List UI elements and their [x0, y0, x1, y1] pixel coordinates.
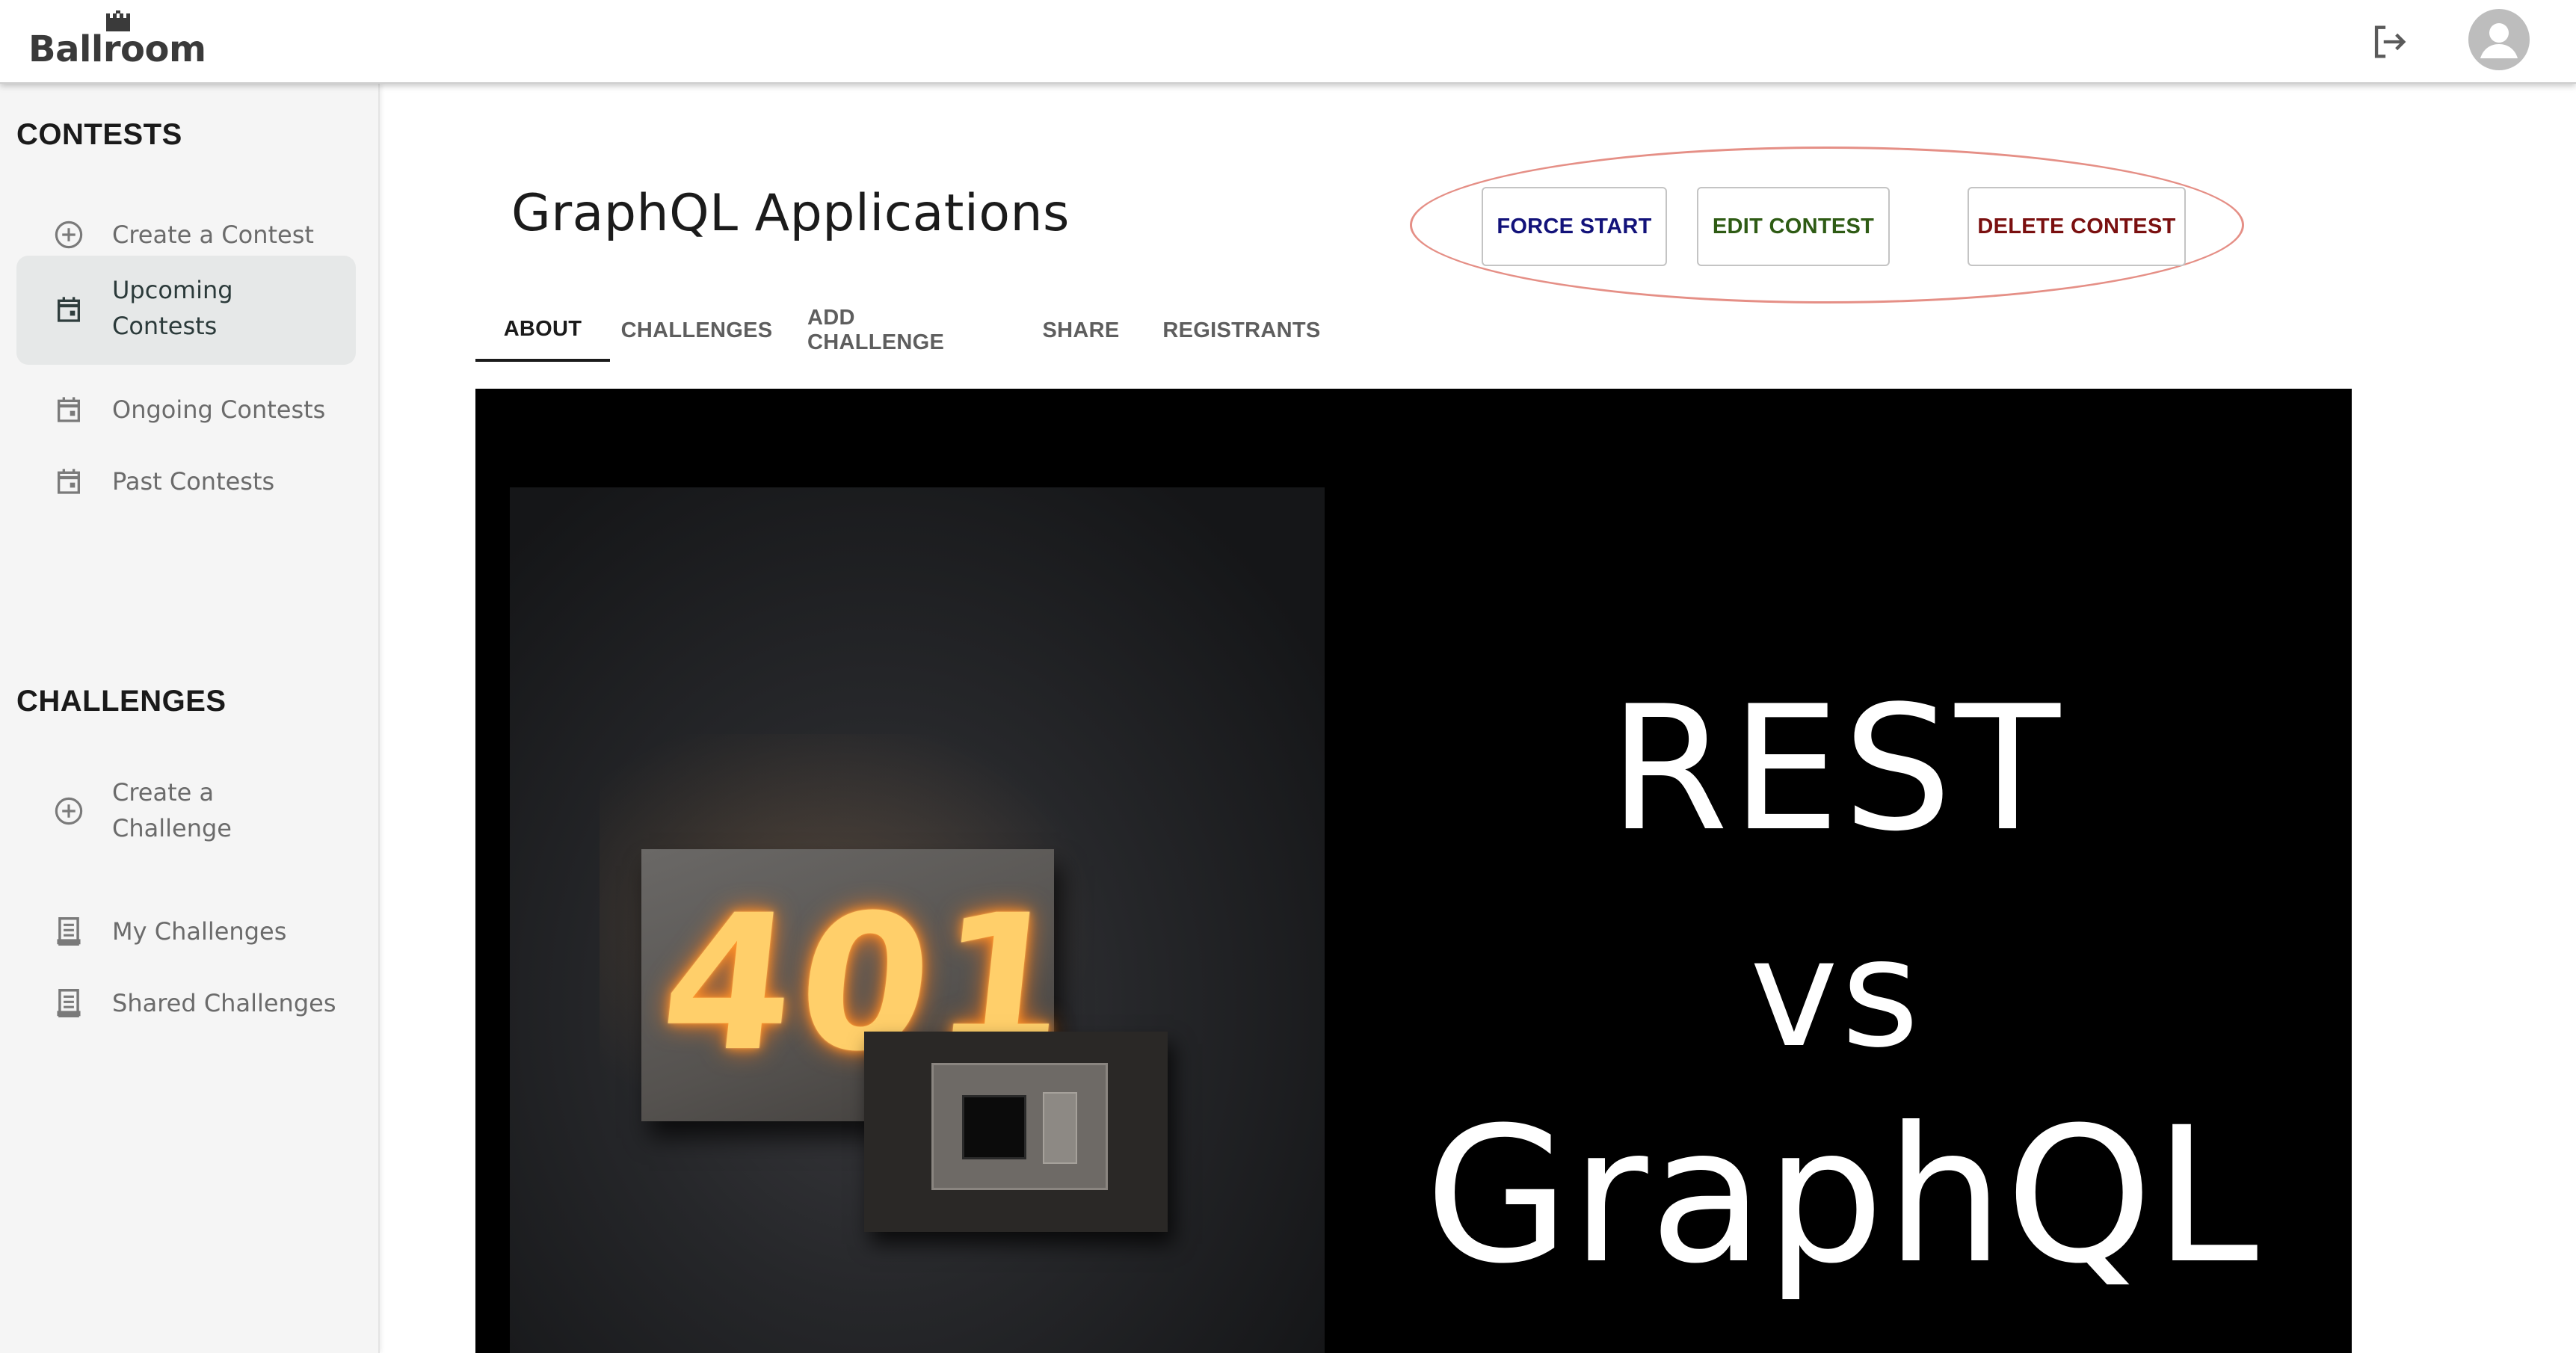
top-app-bar: Ballroom	[0, 0, 2576, 84]
edit-contest-button[interactable]: EDIT CONTEST	[1697, 187, 1890, 266]
logo-text: Ballroom	[28, 28, 206, 70]
calendar-icon	[52, 465, 85, 498]
sidebar-item-label: Shared Challenges	[112, 989, 336, 1017]
banner-text-vs: vs	[1749, 907, 1923, 1081]
sidebar-item-create-challenge[interactable]: Create a Challenge	[16, 756, 356, 866]
document-icon	[52, 987, 85, 1020]
document-icon	[52, 915, 85, 948]
sidebar-item-label: Create a Contest	[112, 221, 314, 249]
challenges-heading: CHALLENGES	[16, 685, 227, 718]
force-start-button[interactable]: FORCE START	[1482, 187, 1667, 266]
tab-add-challenge[interactable]: ADD CHALLENGE	[807, 299, 996, 362]
light-switch-plate	[864, 1032, 1168, 1232]
sidebar-item-label: Upcoming Contests	[112, 276, 233, 340]
sidebar-item-label: Past Contests	[112, 467, 275, 496]
sidebar-item-my-challenges[interactable]: My Challenges	[16, 896, 356, 967]
sidebar-item-past-contests[interactable]: Past Contests	[16, 446, 356, 517]
banner-text-rest: REST	[1609, 670, 2063, 869]
logout-button[interactable]	[2365, 18, 2413, 66]
contest-banner-image: 401 REST vs GraphQL	[475, 389, 2352, 1353]
sidebar-item-label: My Challenges	[112, 917, 287, 946]
page-title: GraphQL Applications	[511, 184, 1070, 243]
castle-tower-icon	[106, 10, 130, 31]
tab-challenges[interactable]: CHALLENGES	[621, 299, 772, 362]
sidebar-item-upcoming-contests[interactable]: Upcoming Contests	[16, 256, 356, 365]
error-401-photo: 401	[510, 487, 1325, 1353]
tab-about[interactable]: ABOUT	[475, 299, 610, 362]
sidebar-item-label: Create a Challenge	[112, 778, 232, 842]
calendar-icon	[52, 293, 85, 326]
account-icon	[2480, 23, 2518, 58]
app-logo[interactable]: Ballroom	[28, 10, 206, 70]
sidebar-item-ongoing-contests[interactable]: Ongoing Contests	[16, 374, 356, 446]
add-circle-icon	[52, 218, 85, 251]
logout-icon	[2374, 25, 2406, 58]
sidebar: CONTESTS Create a Contest Upcoming Conte…	[0, 84, 380, 1353]
tab-share[interactable]: SHARE	[1033, 299, 1129, 362]
user-avatar-button[interactable]	[2468, 9, 2530, 70]
tab-registrants[interactable]: REGISTRANTS	[1159, 299, 1325, 362]
contests-heading: CONTESTS	[16, 118, 182, 151]
sidebar-item-shared-challenges[interactable]: Shared Challenges	[16, 967, 356, 1039]
sidebar-item-label: Ongoing Contests	[112, 395, 326, 424]
calendar-icon	[52, 393, 85, 426]
banner-text-graphql: GraphQL	[1425, 1087, 2260, 1304]
add-circle-icon	[52, 795, 85, 827]
delete-contest-button[interactable]: DELETE CONTEST	[1968, 187, 2186, 266]
